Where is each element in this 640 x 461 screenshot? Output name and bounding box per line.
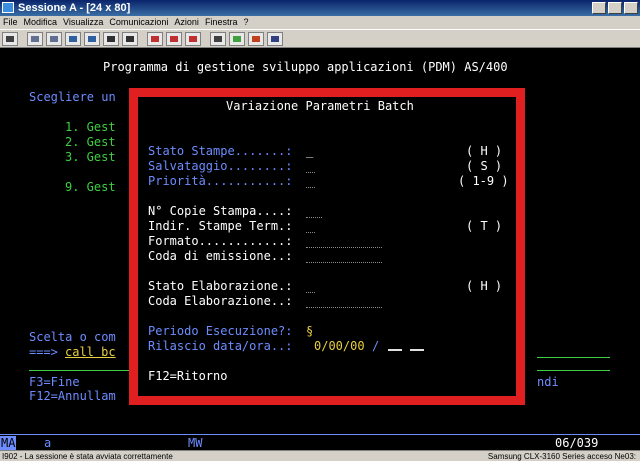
- f12-cancel-key[interactable]: F12=Annullam: [29, 389, 116, 403]
- copy-icon[interactable]: [27, 31, 43, 46]
- priorita-input[interactable]: [306, 184, 315, 188]
- window-controls: [592, 2, 638, 14]
- indir-stampe-label: Indir. Stampe Term.:: [148, 219, 293, 233]
- status-bar: I902 - La sessione è stata avviata corre…: [0, 450, 640, 461]
- menu-comunicazioni[interactable]: Comunicazioni: [109, 16, 168, 29]
- f3-key[interactable]: F3=Fine: [29, 375, 80, 389]
- rilascio-date-input[interactable]: 0/00/00: [314, 339, 365, 353]
- macro-play-icon[interactable]: [147, 31, 163, 46]
- support-icon[interactable]: [248, 31, 264, 46]
- paste-icon[interactable]: [46, 31, 62, 46]
- separator-left: [29, 370, 129, 371]
- coda-emissione-label: Coda di emissione..:: [148, 249, 293, 263]
- periodo-label: Periodo Esecuzione?:: [148, 324, 293, 338]
- app-icon: [2, 2, 14, 13]
- connection-mode: a: [44, 436, 52, 450]
- stato-elaborazione-hint: ( H ): [466, 279, 503, 293]
- close-button[interactable]: [624, 2, 638, 14]
- screen-header: Programma di gestione sviluppo applicazi…: [103, 60, 508, 74]
- command-prefix: ===>: [29, 345, 58, 359]
- menu-help[interactable]: ?: [243, 16, 248, 29]
- command-underline: [537, 357, 610, 358]
- priorita-hint: ( 1-9 ): [458, 174, 509, 188]
- dialog-title: Variazione Parametri Batch: [226, 99, 414, 113]
- session-indicator: MA: [0, 436, 17, 450]
- color-icon[interactable]: [229, 31, 245, 46]
- window-title-bar: Sessione A - [24 x 80]: [0, 0, 640, 16]
- keyboard-icon[interactable]: [122, 31, 138, 46]
- window-title: Sessione A - [24 x 80]: [18, 2, 131, 14]
- rilascio-separator: /: [372, 339, 380, 353]
- priorita-label: Priorità...........:: [148, 174, 293, 188]
- minimize-button[interactable]: [592, 2, 606, 14]
- terminal-screen[interactable]: Programma di gestione sviluppo applicazi…: [0, 48, 640, 450]
- stato-stampe-label: Stato Stampe.......:: [148, 144, 293, 158]
- indir-stampe-input[interactable]: [306, 229, 315, 233]
- periodo-input[interactable]: §: [306, 324, 313, 338]
- menu-item-9: 9. Gest: [65, 180, 116, 194]
- stato-stampe-hint: ( H ): [466, 144, 503, 158]
- menu-finestra[interactable]: Finestra: [205, 16, 238, 29]
- menu-bar: File Modifica Visualizza Comunicazioni A…: [0, 16, 640, 29]
- batch-parameters-dialog: Variazione Parametri Batch Stato Stampe.…: [129, 88, 525, 405]
- coda-emissione-input[interactable]: [306, 259, 382, 263]
- stato-elaborazione-label: Stato Elaborazione.:: [148, 279, 293, 293]
- command-input[interactable]: call bc: [65, 345, 116, 359]
- receive-icon[interactable]: [84, 31, 100, 46]
- formato-input[interactable]: [306, 244, 382, 248]
- print-icon[interactable]: [2, 31, 18, 46]
- prompt-text: Scegliere un: [29, 90, 116, 104]
- maximize-button[interactable]: [608, 2, 622, 14]
- stato-elaborazione-input[interactable]: [306, 289, 315, 293]
- f12-return-key[interactable]: F12=Ritorno: [148, 369, 227, 383]
- menu-item-1: 1. Gest: [65, 120, 116, 134]
- macro-stop-icon[interactable]: [185, 31, 201, 46]
- copie-stampa-label: N° Copie Stampa....:: [148, 204, 293, 218]
- menu-azioni[interactable]: Azioni: [174, 16, 199, 29]
- menu-visualizza[interactable]: Visualizza: [63, 16, 103, 29]
- rilascio-label: Rilascio data/ora..:: [148, 339, 293, 353]
- operator-info-area: MA a MW 06/039: [0, 434, 640, 450]
- menu-item-2: 2. Gest: [65, 135, 116, 149]
- salvataggio-label: Salvataggio........:: [148, 159, 293, 173]
- message-waiting-indicator: MW: [188, 436, 203, 450]
- toolbar: [0, 29, 640, 48]
- rilascio-minute-input[interactable]: [410, 349, 424, 351]
- macro-record-icon[interactable]: [166, 31, 182, 46]
- scelta-text: Scelta o com: [29, 330, 116, 344]
- menu-modifica[interactable]: Modifica: [24, 16, 58, 29]
- salvataggio-hint: ( S ): [466, 159, 503, 173]
- send-icon[interactable]: [65, 31, 81, 46]
- indir-stampe-hint: ( T ): [466, 219, 503, 233]
- separator-right: [537, 370, 610, 371]
- menu-item-3: 3. Gest: [65, 150, 116, 164]
- status-message: I902 - La sessione è stata avviata corre…: [2, 452, 173, 461]
- formato-label: Formato............:: [148, 234, 293, 248]
- coda-elaborazione-label: Coda Elaborazione..:: [148, 294, 293, 308]
- salvataggio-input[interactable]: [306, 169, 315, 173]
- menu-file[interactable]: File: [3, 16, 18, 29]
- printer-status: Samsung CLX-3160 Series acceso Ne03:: [487, 452, 636, 461]
- coda-elaborazione-input[interactable]: [306, 304, 382, 308]
- help-icon[interactable]: [267, 31, 283, 46]
- rilascio-hour-input[interactable]: [388, 349, 402, 351]
- cursor-position: 06/039: [555, 436, 599, 450]
- display-icon[interactable]: [103, 31, 119, 46]
- ndi-text: ndi: [537, 375, 559, 389]
- copie-stampa-input[interactable]: [306, 214, 322, 218]
- stato-stampe-input[interactable]: _: [306, 144, 313, 158]
- setup-icon[interactable]: [210, 31, 226, 46]
